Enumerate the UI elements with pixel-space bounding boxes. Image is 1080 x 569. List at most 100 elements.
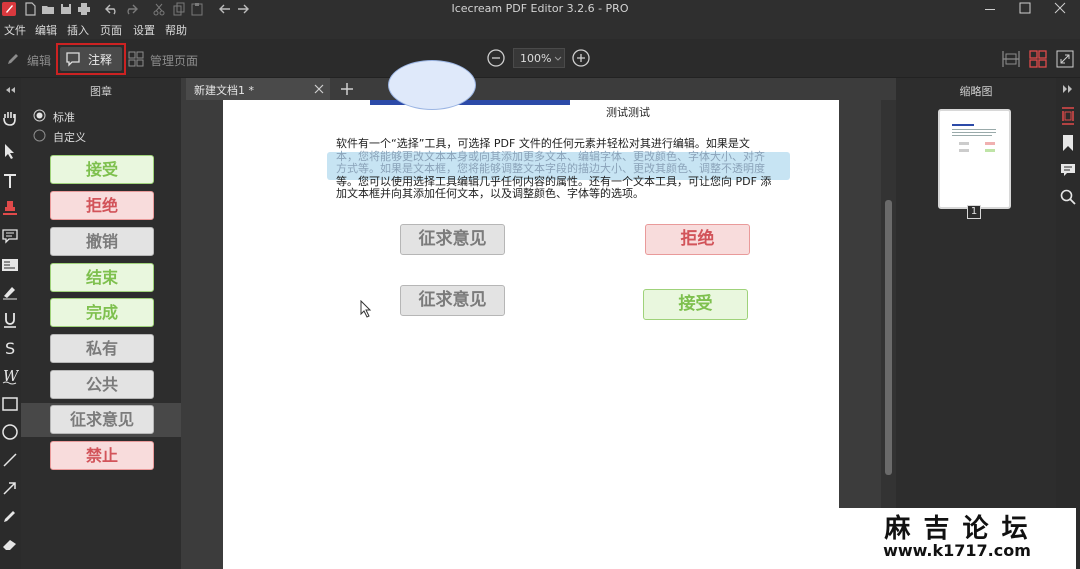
paragraph-line: 方式等。如果是文本框，您将能够调整文本字段的描边大小、更改其颜色、调整不透明度 bbox=[336, 162, 765, 175]
stamp-end[interactable]: 结束 bbox=[50, 263, 154, 292]
stamp-reject[interactable]: 拒绝 bbox=[50, 191, 154, 220]
pen-icon[interactable] bbox=[1, 507, 19, 525]
pdf-page: 测试测试 软件有一个“选择”工具，可选择 PDF 文件的任何元素并轻松对其进行编… bbox=[223, 60, 839, 569]
stamp-accept[interactable]: 接受 bbox=[50, 155, 154, 184]
placed-stamp-reject[interactable]: 拒绝 bbox=[645, 224, 750, 255]
text-box-icon[interactable] bbox=[1, 256, 19, 274]
menu-edit[interactable]: 编辑 bbox=[35, 22, 57, 38]
title-bar: Icecream PDF Editor 3.2.6 - PRO bbox=[0, 0, 1080, 19]
right-rail bbox=[1056, 78, 1080, 569]
zoom-in-icon[interactable] bbox=[572, 49, 590, 67]
close-tab-icon[interactable] bbox=[314, 84, 324, 94]
svg-text:S: S bbox=[5, 339, 15, 357]
radio-custom-label: 自定义 bbox=[53, 131, 86, 144]
thumb-line bbox=[952, 135, 992, 136]
top-ellipse-shape bbox=[388, 60, 476, 110]
manage-pages-icon bbox=[128, 51, 144, 67]
add-tab-icon[interactable] bbox=[340, 82, 354, 96]
stamp-forbidden[interactable]: 禁止 bbox=[50, 441, 154, 470]
comment-icon bbox=[65, 51, 81, 67]
comments-icon[interactable] bbox=[1060, 162, 1076, 178]
radio-standard-label: 标准 bbox=[53, 111, 75, 124]
thumbnail-page-number: 1 bbox=[967, 205, 981, 219]
thumb-line bbox=[952, 129, 996, 130]
line-icon[interactable] bbox=[1, 451, 19, 469]
menu-file[interactable]: 文件 bbox=[4, 22, 26, 38]
collapse-right-icon[interactable] bbox=[1060, 81, 1076, 97]
underline-icon[interactable] bbox=[1, 311, 19, 329]
placed-stamp-accept[interactable]: 接受 bbox=[643, 289, 748, 320]
radio-custom[interactable] bbox=[33, 129, 46, 142]
eraser-icon[interactable] bbox=[1, 535, 19, 553]
mode-annotate-button[interactable]: 注释 bbox=[60, 47, 122, 71]
stamp-public[interactable]: 公共 bbox=[50, 370, 154, 399]
chevron-down-icon bbox=[554, 56, 562, 62]
highlighter-icon[interactable] bbox=[1, 283, 19, 301]
stamp-private[interactable]: 私有 bbox=[50, 334, 154, 363]
mode-edit-label[interactable]: 编辑 bbox=[27, 52, 51, 69]
mode-annotate-label: 注释 bbox=[88, 53, 113, 67]
rectangle-icon[interactable] bbox=[1, 395, 19, 413]
bookmark-icon[interactable] bbox=[1060, 134, 1076, 152]
collapse-left-icon[interactable] bbox=[1, 81, 19, 99]
page-paragraph[interactable]: 软件有一个“选择”工具，可选择 PDF 文件的任何元素并轻松对其进行编辑。如果是… bbox=[336, 137, 796, 201]
watermark-title: 麻 吉 论 坛 bbox=[884, 514, 1030, 544]
ellipse-icon[interactable] bbox=[1, 423, 19, 441]
squiggly-icon[interactable]: W bbox=[1, 367, 19, 385]
search-icon[interactable] bbox=[1060, 189, 1076, 205]
stamp-complete[interactable]: 完成 bbox=[50, 298, 154, 327]
paragraph-line: 软件有一个“选择”工具，可选择 PDF 文件的任何元素并轻松对其进行编辑。如果是… bbox=[336, 137, 750, 150]
mouse-cursor-icon bbox=[360, 300, 372, 318]
mode-manage-pages-label[interactable]: 管理页面 bbox=[150, 52, 198, 69]
maximize-button[interactable] bbox=[1005, 0, 1045, 19]
strikethrough-icon[interactable]: S bbox=[1, 339, 19, 357]
vertical-scrollbar[interactable] bbox=[881, 100, 896, 569]
paragraph-line: 加文本框并向其添加任何文本，以及调整颜色、字体等的选项。 bbox=[336, 187, 644, 200]
thumb-stamp bbox=[985, 149, 995, 152]
watermark-url: www.k1717.com bbox=[883, 541, 1031, 560]
stamp-panel-title: 图章 bbox=[90, 85, 112, 98]
thumb-line bbox=[952, 124, 974, 126]
page-thumbnail[interactable] bbox=[938, 109, 1011, 209]
thumbnail-panel-title: 缩略图 bbox=[959, 85, 993, 98]
select-arrow-icon[interactable] bbox=[1, 142, 19, 160]
thumbnail-panel: 缩略图 1 bbox=[896, 78, 1056, 569]
fit-width-icon[interactable] bbox=[1002, 50, 1020, 68]
hand-icon[interactable] bbox=[1, 109, 19, 127]
text-tool-icon[interactable] bbox=[1, 172, 19, 190]
thumb-stamp bbox=[959, 142, 969, 145]
menu-page[interactable]: 页面 bbox=[100, 22, 122, 38]
menu-insert[interactable]: 插入 bbox=[67, 22, 89, 38]
menu-help[interactable]: 帮助 bbox=[165, 22, 187, 38]
grid-view-icon[interactable] bbox=[1029, 50, 1047, 68]
thumb-line bbox=[952, 132, 996, 133]
zoom-out-icon[interactable] bbox=[487, 49, 505, 67]
scrollbar-thumb[interactable] bbox=[885, 200, 892, 475]
fullscreen-icon[interactable] bbox=[1056, 50, 1074, 68]
arrow-tool-icon[interactable] bbox=[1, 479, 19, 497]
mode-toolbar: 编辑 注释 管理页面 100% bbox=[0, 39, 1080, 78]
thumb-stamp bbox=[959, 149, 969, 152]
zoom-value: 100% bbox=[520, 52, 552, 65]
menu-settings[interactable]: 设置 bbox=[133, 22, 155, 38]
placed-stamp-request-comments[interactable]: 征求意见 bbox=[400, 224, 505, 255]
document-tab[interactable]: 新建文档1 * bbox=[186, 78, 330, 100]
close-window-button[interactable] bbox=[1040, 0, 1080, 19]
stamp-icon[interactable] bbox=[1, 199, 19, 217]
thumb-stamp bbox=[985, 142, 995, 145]
tool-rail: S W bbox=[0, 78, 21, 569]
stamp-revoke[interactable]: 撤销 bbox=[50, 227, 154, 256]
page-heading: 测试测试 bbox=[606, 106, 650, 119]
placed-stamp-request-comments[interactable]: 征求意见 bbox=[400, 285, 505, 316]
pencil-icon bbox=[6, 52, 20, 66]
menu-bar: 文件 编辑 插入 页面 设置 帮助 bbox=[0, 19, 1080, 39]
zoom-select[interactable]: 100% bbox=[513, 48, 565, 68]
minimize-button[interactable] bbox=[970, 0, 1010, 19]
watermark: 麻 吉 论 坛 www.k1717.com bbox=[838, 508, 1076, 569]
stamp-request-comments[interactable]: 征求意见 bbox=[50, 405, 154, 434]
document-tab-title: 新建文档1 * bbox=[194, 84, 254, 97]
thumbnails-icon[interactable] bbox=[1060, 107, 1076, 125]
radio-standard[interactable] bbox=[33, 109, 46, 122]
note-icon[interactable] bbox=[1, 227, 19, 245]
window-title: Icecream PDF Editor 3.2.6 - PRO bbox=[451, 2, 629, 15]
